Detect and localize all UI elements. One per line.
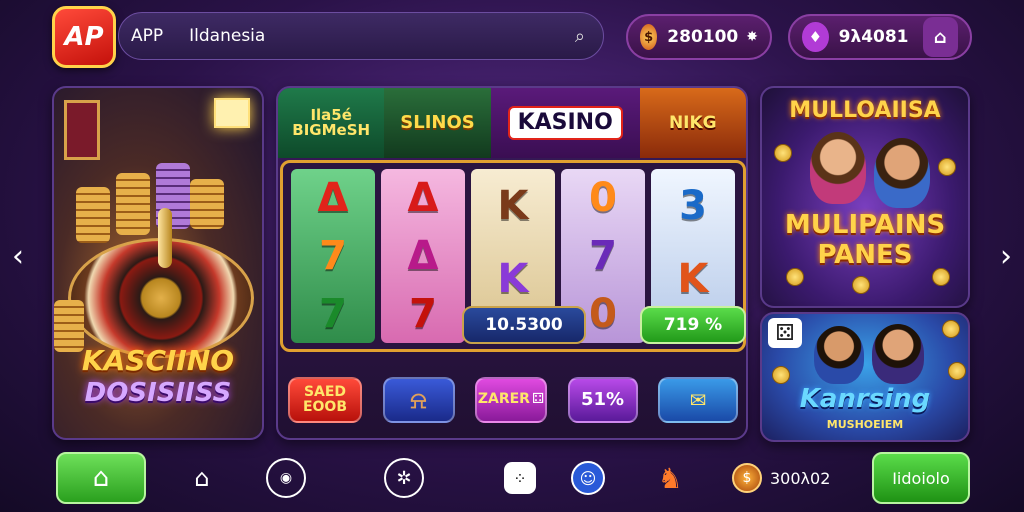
location-icon: ◉ — [279, 470, 293, 486]
search-bar[interactable]: APP Ildanesia ⌕ — [118, 12, 604, 60]
reel-symbol: 3 — [679, 182, 707, 229]
player-avatar — [814, 326, 864, 384]
reel: Δ Δ 7 — [381, 169, 465, 343]
game-tile-label: NIKG — [668, 112, 717, 133]
control-label: 51% — [580, 389, 625, 411]
search-input[interactable]: Ildanesia — [189, 26, 575, 46]
zarer-button[interactable]: ZARER ⚃ — [475, 377, 547, 423]
win-percent-display[interactable]: 719 % — [640, 306, 746, 344]
reel-symbol: K — [677, 255, 709, 302]
dice-icon: ⚃ — [531, 391, 545, 408]
search-icon[interactable]: ⌕ — [575, 26, 585, 47]
control-label: ZARER — [477, 391, 530, 408]
settings-cog-icon: ✸ — [746, 29, 758, 45]
promo-subtitle: MUSHOEIEM — [826, 418, 904, 431]
promo-subtitle-line2: PANES — [817, 240, 913, 270]
ticket-icon: ✉ — [689, 388, 707, 412]
game-tile[interactable]: SLINOS — [384, 88, 491, 158]
casino-promo-card[interactable]: KASCIINO DOSISIISS — [52, 86, 264, 440]
dice-icon: ⁘ — [504, 462, 536, 494]
lamp-image — [214, 98, 250, 128]
chevron-right-icon: › — [1000, 238, 1012, 274]
trophy-icon: ♞ — [657, 461, 683, 495]
game-strip: Ila5é BIGMeSH SLINOS KASINO NIKG — [278, 88, 746, 158]
control-label: SAED EOOB — [302, 383, 348, 415]
game-tile[interactable]: Ila5é BIGMeSH — [278, 88, 385, 158]
promo-title-line2: DOSISIISS — [84, 378, 232, 408]
cta-button[interactable]: Iidoiolo — [872, 452, 970, 504]
store-icon: ⌂ — [194, 464, 210, 492]
reel-symbol: 0 — [589, 175, 617, 221]
control-row: SAED EOOB ⍾ ZARER ⚃ 51% ✉ — [288, 374, 738, 426]
promo-title: Kanrsing — [799, 384, 931, 414]
bet-amount-display[interactable]: 10.5300 — [462, 306, 586, 344]
tournament-promo-card[interactable]: ⚄ Kanrsing MUSHOEIEM — [760, 312, 970, 442]
reel-symbol: Δ — [317, 175, 349, 221]
profile-icon: ☺ — [571, 461, 605, 495]
reel-symbol: 7 — [319, 291, 347, 337]
wallet-icon: $ — [732, 463, 762, 493]
reel-symbol: K — [497, 182, 529, 229]
game-tile-label: KASINO — [507, 106, 623, 140]
app-logo[interactable]: AP — [52, 6, 116, 68]
gem-balance[interactable]: ♦ 9λ4081 ⌂ — [788, 14, 972, 60]
game-tile-label: SLINOS — [400, 112, 475, 133]
reel-symbol: Δ — [407, 175, 439, 221]
carousel-prev-button[interactable]: ‹ — [6, 236, 30, 276]
roulette-spindle — [158, 208, 172, 268]
reel-symbol: 7 — [319, 233, 347, 279]
gem-amount: 9λ4081 — [838, 27, 909, 47]
coin-amount: 280100 — [667, 27, 739, 47]
reel: Δ 7 7 — [291, 169, 375, 343]
player-avatar — [872, 324, 924, 384]
bell-button[interactable]: ⍾ — [382, 377, 455, 423]
wall-frame-image — [64, 100, 100, 160]
reel-symbol: K — [497, 255, 529, 302]
nav-store-button[interactable]: ⌂ — [182, 458, 222, 498]
win-percent: 719 % — [663, 315, 723, 335]
carousel-next-button[interactable]: › — [994, 236, 1018, 276]
bell-icon: ⍾ — [410, 385, 427, 414]
spin-icon: ✲ — [396, 467, 412, 489]
nav-location-button[interactable]: ◉ — [266, 458, 306, 498]
gem-icon: ♦ — [802, 22, 829, 52]
player-avatar — [874, 138, 930, 208]
home-button[interactable]: ⌂ — [56, 452, 146, 504]
wallet-amount: 300λ02 — [770, 468, 831, 488]
game-tile[interactable]: NIKG — [639, 88, 746, 158]
percent-button[interactable]: 51% — [567, 377, 638, 423]
menu-icon: ⌂ — [933, 26, 947, 48]
chip-stacks-image — [74, 163, 224, 243]
nav-spin-button[interactable]: ✲ — [384, 458, 424, 498]
menu-button[interactable]: ⌂ — [922, 17, 958, 57]
app-label: APP — [131, 26, 164, 46]
coin-icon: $ — [640, 24, 658, 50]
game-tile[interactable]: KASINO — [490, 88, 640, 158]
promo-subtitle-line1: MULIPAINS — [784, 210, 946, 240]
home-icon: ⌂ — [92, 463, 110, 493]
cta-label: Iidoiolo — [892, 468, 950, 488]
dice-icon: ⚄ — [768, 318, 802, 348]
reel-symbol: 7 — [589, 233, 617, 279]
logo-text: AP — [64, 22, 104, 52]
game-tile-label: Ila5é BIGMeSH — [292, 106, 371, 139]
promo-title-line1: KASCIINO — [81, 344, 235, 377]
multiplayer-promo-card[interactable]: MULLOAIISA MULIPAINS PANES — [760, 86, 970, 308]
ticket-button[interactable]: ✉ — [658, 377, 738, 423]
wallet-balance[interactable]: $ 300λ02 — [732, 460, 830, 496]
nav-profile-button[interactable]: ☺ — [568, 458, 608, 498]
saved-button[interactable]: SAED EOOB — [288, 377, 362, 423]
bet-amount: 10.5300 — [485, 315, 563, 335]
player-avatar — [810, 132, 866, 204]
promo-title: MULLOAIISA — [789, 98, 941, 123]
reel-symbol: Δ — [407, 233, 439, 279]
reel-symbol: 0 — [589, 291, 617, 337]
nav-rewards-button[interactable]: ♞ — [650, 458, 690, 498]
reel-symbol: 7 — [409, 291, 437, 337]
coin-balance[interactable]: $ 280100 ✸ — [626, 14, 772, 60]
chevron-left-icon: ‹ — [12, 238, 24, 274]
nav-games-button[interactable]: ⁘ — [500, 458, 540, 498]
slot-machine-panel: Ila5é BIGMeSH SLINOS KASINO NIKG Δ 7 7 Δ… — [276, 86, 748, 440]
